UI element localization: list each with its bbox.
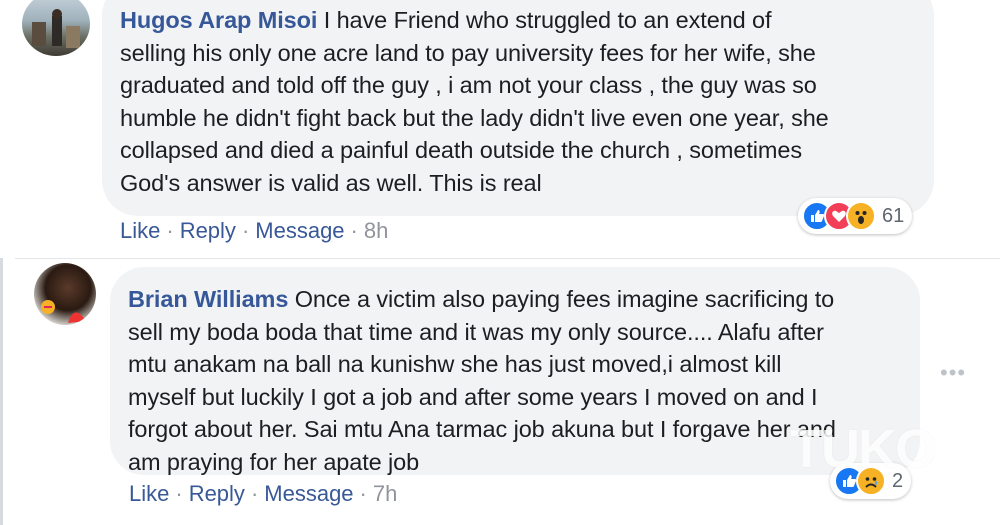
comment-text: Once a victim also paying fees imagine s… xyxy=(128,286,836,475)
comment-actions: Like · Reply · Message · 8h xyxy=(120,218,388,244)
timestamp[interactable]: 7h xyxy=(373,481,397,506)
comment-author[interactable]: Brian Williams xyxy=(128,286,288,312)
message-link[interactable]: Message xyxy=(255,218,344,243)
separator-dot: · xyxy=(166,218,174,243)
comment-actions: Like · Reply · Message · 7h xyxy=(129,481,397,507)
reactions-summary[interactable]: 61 xyxy=(798,198,913,234)
reaction-count: 61 xyxy=(882,204,905,227)
comment-bubble: Hugos Arap Misoi I have Friend who strug… xyxy=(102,0,934,216)
like-link[interactable]: Like xyxy=(120,218,160,243)
separator-dot: · xyxy=(250,481,259,506)
comment-2: Brian Williams Once a victim also paying… xyxy=(0,259,1000,525)
avatar[interactable] xyxy=(34,263,96,325)
wow-reaction-icon xyxy=(846,201,876,231)
avatar-photo xyxy=(41,300,86,323)
separator-dot: · xyxy=(359,481,367,506)
comment-text: I have Friend who struggled to an extend… xyxy=(120,7,829,196)
more-options-icon[interactable]: ••• xyxy=(940,360,966,386)
avatar-photo xyxy=(32,9,80,48)
message-link[interactable]: Message xyxy=(264,481,353,506)
reply-link[interactable]: Reply xyxy=(180,218,236,243)
reply-link[interactable]: Reply xyxy=(189,481,245,506)
comment-1: Hugos Arap Misoi I have Friend who strug… xyxy=(0,0,1000,258)
like-link[interactable]: Like xyxy=(129,481,169,506)
comment-text-block: Hugos Arap Misoi I have Friend who strug… xyxy=(120,4,934,200)
separator-dot: · xyxy=(175,481,183,506)
comment-author[interactable]: Hugos Arap Misoi xyxy=(120,7,317,33)
separator-dot: · xyxy=(350,218,358,243)
timestamp[interactable]: 8h xyxy=(364,218,388,243)
watermark-logo: TUKO xyxy=(790,419,937,479)
avatar[interactable] xyxy=(22,0,90,56)
separator-dot: · xyxy=(241,218,250,243)
